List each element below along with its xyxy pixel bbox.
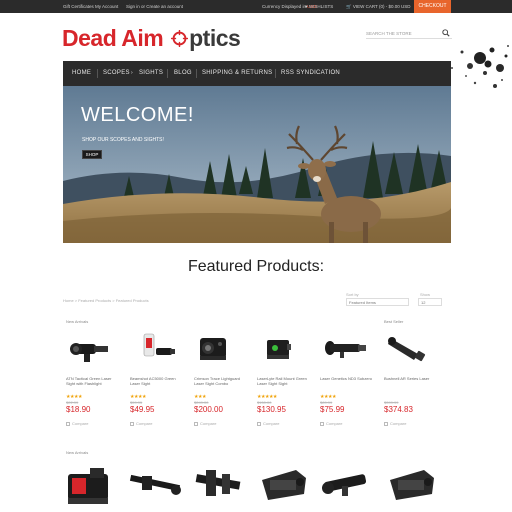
product-price: $49.95	[130, 405, 155, 414]
compact-laser-icon[interactable]	[257, 330, 312, 368]
checkbox-icon[interactable]	[194, 421, 198, 426]
product-price: $75.99	[320, 405, 345, 414]
product-price: $200.00	[194, 405, 223, 414]
product-price: $374.83	[384, 405, 413, 414]
main-nav: HOME SCOPES › SIGHTS BLOG SHIPPING & RET…	[63, 61, 451, 86]
heart-icon: ♥	[305, 4, 308, 9]
search-icon[interactable]	[442, 29, 450, 37]
product-price: $18.90	[66, 405, 91, 414]
shop-button[interactable]: SHOP	[82, 150, 102, 159]
checkout-button[interactable]: CHECKOUT	[414, 0, 451, 13]
product-name[interactable]: Bushnell AR Series Laser	[384, 376, 439, 381]
compare-checkbox[interactable]: Compare	[320, 421, 342, 426]
compare-checkbox[interactable]: Compare	[257, 421, 279, 426]
rail-light-icon[interactable]	[194, 330, 249, 368]
site-logo[interactable]: Dead Aim ptics	[62, 25, 241, 52]
nav-divider	[97, 69, 98, 78]
product-name[interactable]: ATN Tactical Green Laser Sight with Flas…	[66, 376, 121, 386]
laser-designator-icon[interactable]	[320, 330, 375, 368]
group-label: Best Seller	[384, 319, 404, 324]
atn-night-vision-icon[interactable]	[256, 460, 311, 510]
nav-blog[interactable]: BLOG	[174, 70, 192, 76]
checkbox-icon[interactable]	[384, 421, 388, 426]
top-bar: Gift Certificates My Account Sign in or …	[0, 0, 512, 13]
nav-scopes[interactable]: SCOPES	[103, 70, 130, 76]
laser-sight-icon[interactable]	[130, 330, 185, 368]
gift-certificates-link[interactable]: Gift Certificates	[63, 4, 94, 9]
cart-icon: 🛒	[346, 4, 352, 9]
barrel-laser-icon[interactable]	[384, 330, 439, 368]
checkbox-icon[interactable]	[257, 421, 261, 426]
featured-heading: Featured Products:	[187, 258, 325, 275]
product-name[interactable]: LaserLyte Rail Mount Green Laser Sight S…	[257, 376, 312, 386]
show-label: Show	[420, 292, 431, 297]
nav-rss-syndication[interactable]: RSS SYNDICATION	[281, 70, 340, 76]
breadcrumb[interactable]: Home > Featured Products > Featured Prod…	[63, 298, 149, 303]
compare-checkbox[interactable]: Compare	[66, 421, 88, 426]
nav-divider	[196, 69, 197, 78]
product-name[interactable]: Laser Genetics ND3 Subzero	[320, 376, 375, 381]
chevron-right-icon: ›	[131, 70, 133, 76]
atn-night-vision-icon[interactable]	[384, 460, 439, 510]
view-cart-link[interactable]: 🛒 VIEW CART (0) - $0.00 USD	[346, 4, 410, 10]
tactical-mount-icon[interactable]	[192, 460, 247, 510]
compare-checkbox[interactable]: Compare	[130, 421, 152, 426]
nav-divider	[167, 69, 168, 78]
show-select[interactable]: 12	[418, 298, 442, 306]
flashlight-laser-icon[interactable]	[66, 330, 121, 368]
search-input[interactable]: SEARCH THE STORE	[366, 31, 412, 36]
hero-banner[interactable]: WELCOME! SHOP OUR SCOPES AND SIGHTS! SHO…	[63, 86, 451, 243]
compare-checkbox[interactable]: Compare	[194, 421, 216, 426]
rifle-scope-icon[interactable]	[128, 460, 183, 510]
nav-home[interactable]: HOME	[72, 70, 91, 76]
my-account-link[interactable]: My Account	[95, 4, 118, 9]
group-label: New Arrivals	[66, 319, 89, 324]
nav-divider	[275, 69, 276, 78]
sign-in-link[interactable]: Sign in or Create an account	[126, 4, 183, 9]
laser-designator-icon[interactable]	[320, 460, 375, 510]
crosshair-o-icon	[171, 29, 189, 47]
hero-title: WELCOME!	[81, 104, 194, 126]
red-dot-sight-icon[interactable]	[62, 460, 117, 510]
sort-label: Sort by	[346, 292, 359, 297]
product-price: $130.95	[257, 405, 286, 414]
group-label: New Arrivals	[66, 450, 89, 455]
compare-checkbox[interactable]: Compare	[384, 421, 406, 426]
checkbox-icon[interactable]	[130, 421, 134, 426]
product-name[interactable]: Beamshot AC5000 Green Laser Sight	[130, 376, 185, 386]
checkbox-icon[interactable]	[66, 421, 70, 426]
checkbox-icon[interactable]	[320, 421, 324, 426]
sort-select[interactable]: Featured Items	[346, 298, 409, 306]
nav-shipping-returns[interactable]: SHIPPING & RETURNS	[202, 70, 272, 76]
product-name[interactable]: Crimson Trace Lightguard Laser Sight Com…	[194, 376, 249, 386]
wishlist-link[interactable]: ♥ WISHLISTS	[305, 4, 333, 9]
nav-sights[interactable]: SIGHTS	[139, 70, 163, 76]
hero-subtitle: SHOP OUR SCOPES AND SIGHTS!	[82, 137, 164, 143]
